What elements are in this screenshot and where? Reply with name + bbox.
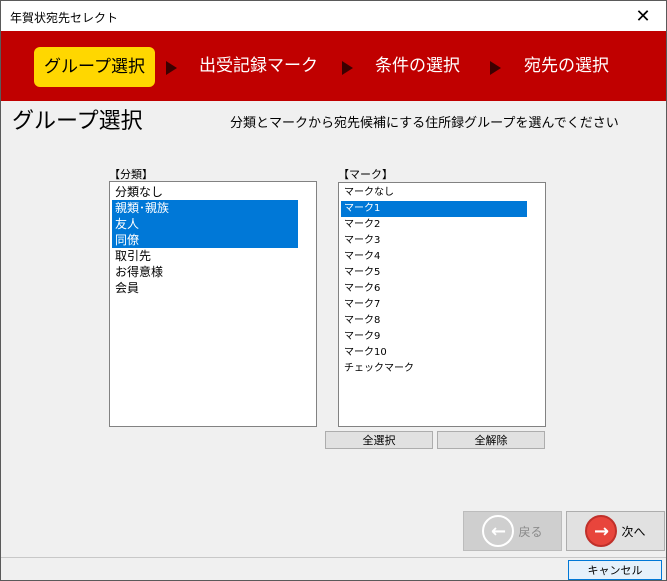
next-button[interactable]: → 次へ	[566, 511, 665, 551]
back-arrow-icon: ←	[482, 515, 515, 547]
category-item[interactable]: 同僚	[112, 232, 298, 248]
mark-item[interactable]: マークなし	[341, 185, 543, 201]
deselect-all-button[interactable]: 全解除	[437, 431, 545, 449]
mark-item[interactable]: マーク5	[341, 265, 543, 281]
mark-item[interactable]: チェックマーク	[341, 361, 543, 377]
category-item[interactable]: 分類なし	[112, 184, 314, 200]
mark-item[interactable]: マーク8	[341, 313, 543, 329]
back-button-label: 戻る	[518, 524, 543, 539]
close-icon[interactable]: ✕	[620, 1, 666, 31]
back-button[interactable]: ← 戻る	[463, 511, 562, 551]
step-address-select: 宛先の選択	[524, 56, 609, 76]
cancel-button[interactable]: キャンセル	[568, 560, 662, 580]
page-title: グループ選択	[12, 109, 143, 134]
footer-divider	[1, 557, 666, 558]
mark-item[interactable]: マーク2	[341, 217, 543, 233]
category-item[interactable]: 親類･親族	[112, 200, 298, 216]
next-arrow-icon: →	[585, 515, 618, 547]
step-arrow-icon	[490, 61, 501, 75]
page-description: 分類とマークから宛先候補にする住所録グループを選んでください	[230, 116, 619, 131]
wizard-steps-banner: グループ選択 出受記録マーク 条件の選択 宛先の選択	[1, 31, 666, 101]
window-title: 年賀状宛先セレクト	[10, 11, 119, 25]
mark-item[interactable]: マーク7	[341, 297, 543, 313]
step-mark-record: 出受記録マーク	[199, 56, 318, 76]
category-item[interactable]: 友人	[112, 216, 298, 232]
mark-item[interactable]: マーク9	[341, 329, 543, 345]
mark-list-caption: 【マーク】	[338, 168, 393, 181]
step-arrow-icon	[166, 61, 177, 75]
dialog-window: 年賀状宛先セレクト ✕ グループ選択 出受記録マーク 条件の選択 宛先の選択 グ…	[0, 0, 667, 581]
mark-item[interactable]: マーク3	[341, 233, 543, 249]
category-item[interactable]: 取引先	[112, 248, 314, 264]
category-listbox[interactable]: 分類なし 親類･親族 友人 同僚 取引先 お得意様 会員	[109, 181, 317, 427]
mark-item[interactable]: マーク10	[341, 345, 543, 361]
step-arrow-icon	[342, 61, 353, 75]
category-item[interactable]: 会員	[112, 280, 314, 296]
step-condition-select: 条件の選択	[375, 56, 460, 76]
select-all-button[interactable]: 全選択	[325, 431, 433, 449]
mark-item[interactable]: マーク4	[341, 249, 543, 265]
category-list-caption: 【分類】	[109, 168, 153, 181]
category-item[interactable]: お得意様	[112, 264, 314, 280]
step-group-select: グループ選択	[34, 47, 155, 87]
mark-listbox[interactable]: マークなし マーク1 マーク2 マーク3 マーク4 マーク5 マーク6 マーク7…	[338, 182, 546, 427]
next-button-label: 次へ	[621, 524, 646, 539]
mark-item[interactable]: マーク6	[341, 281, 543, 297]
mark-item[interactable]: マーク1	[341, 201, 527, 217]
title-bar: 年賀状宛先セレクト ✕	[1, 1, 666, 31]
